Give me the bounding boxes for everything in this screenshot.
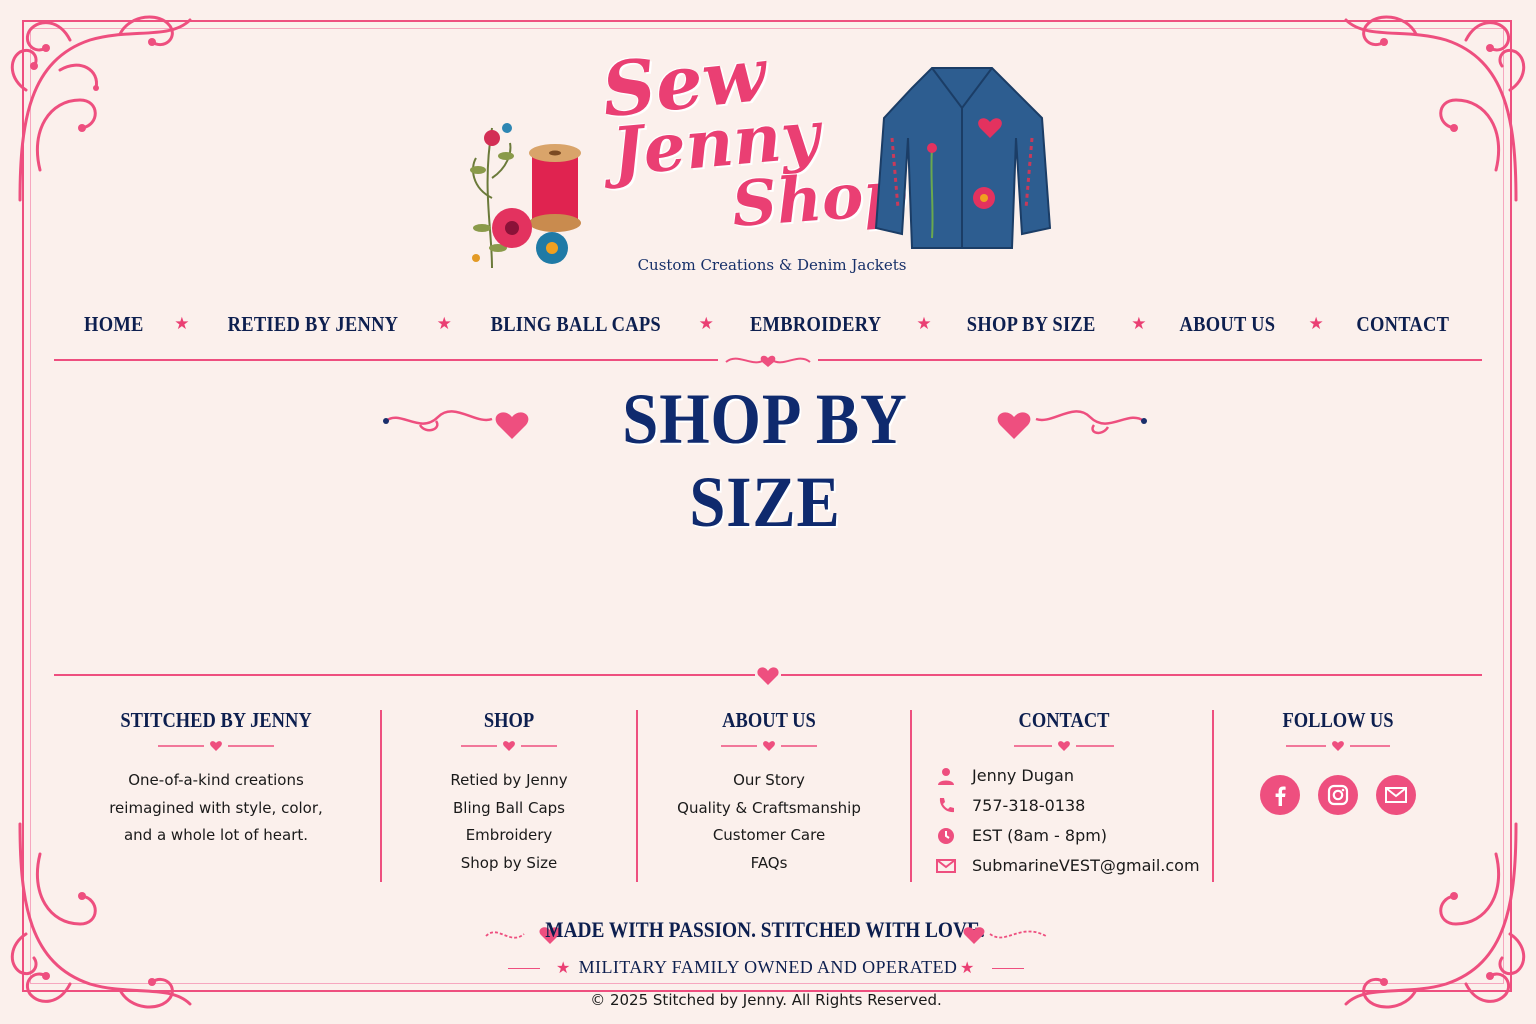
footer-col-about: ABOUT US Our Story Quality & Craftsmansh…: [660, 708, 878, 877]
tagline: Custom Creations & Denim Jackets: [637, 256, 907, 274]
footer-link-shop-by-size[interactable]: Shop by Size: [420, 850, 598, 878]
corner-flourish: [1344, 15, 1526, 202]
contact-phone[interactable]: 757-318-0138: [972, 791, 1085, 821]
star-icon: ★: [960, 958, 975, 977]
heart-divider-icon: [1286, 741, 1390, 751]
footer-heading: ABOUT US: [722, 708, 816, 732]
contact-phone-row[interactable]: 757-318-0138: [936, 791, 1196, 821]
clock-icon: [936, 826, 956, 846]
heart-flourish-icon: [963, 927, 1047, 944]
star-separator-icon: ★: [1308, 314, 1324, 334]
contact-name: Jenny Dugan: [972, 766, 1074, 785]
heart-icon: [755, 663, 781, 687]
footer-heading: FOLLOW US: [1282, 708, 1394, 732]
footer-link-embroidery[interactable]: Embroidery: [420, 822, 598, 850]
thread-spool-flowers-icon: [470, 123, 581, 269]
tagline-rule: [992, 968, 1024, 969]
contact-name-row: Jenny Dugan: [936, 761, 1196, 791]
footer-text: One-of-a-kind creations: [128, 771, 304, 789]
footer-link-our-story[interactable]: Our Story: [660, 767, 878, 795]
phone-icon: [936, 796, 956, 816]
star-separator-icon: ★: [1131, 314, 1147, 334]
footer-link-retied[interactable]: Retied by Jenny: [420, 767, 598, 795]
footer-heading: STITCHED BY JENNY: [120, 708, 312, 732]
nav-embroidery[interactable]: EMBROIDERY: [749, 312, 880, 337]
contact-hours-row: EST (8am - 8pm): [936, 821, 1196, 851]
main-nav: HOME ★ RETIED BY JENNY ★ BLING BALL CAPS…: [54, 304, 1482, 344]
nav-bling-ball-caps[interactable]: BLING BALL CAPS: [490, 312, 660, 337]
footer-heading: CONTACT: [1018, 708, 1110, 732]
footer-column-divider: [636, 710, 638, 882]
nav-contact[interactable]: CONTACT: [1357, 312, 1450, 337]
star-separator-icon: ★: [174, 314, 190, 334]
footer-heading: SHOP: [483, 708, 535, 732]
footer-column-divider: [380, 710, 382, 882]
site-logo[interactable]: Sew Jenny Shop Custom Creations & Denim …: [462, 28, 1082, 288]
footer-column-divider: [1212, 710, 1214, 882]
footer-col-follow: FOLLOW US: [1250, 708, 1426, 815]
star-separator-icon: ★: [698, 314, 714, 334]
heart-divider-icon: [721, 741, 817, 751]
heart-divider-icon: [1014, 741, 1114, 751]
passion-tagline: MADE WITH PASSION. STITCHED WITH LOVE.: [545, 917, 985, 942]
footer-col-contact: CONTACT Jenny Dugan 757-318-0138 EST (8a…: [936, 708, 1200, 881]
denim-jacket-icon: [874, 67, 1052, 249]
instagram-icon[interactable]: [1318, 775, 1358, 815]
facebook-icon[interactable]: [1260, 775, 1300, 815]
contact-hours: EST (8am - 8pm): [972, 826, 1108, 845]
corner-flourish: [10, 15, 192, 202]
footer-col-shop: SHOP Retied by Jenny Bling Ball Caps Emb…: [420, 708, 598, 877]
email-icon[interactable]: [1376, 775, 1416, 815]
footer-text: and a whole lot of heart.: [123, 826, 309, 844]
scroll-ornament-icon: [718, 350, 818, 372]
nav-about-us[interactable]: ABOUT US: [1180, 312, 1276, 337]
heart-divider-icon: [158, 741, 274, 751]
footer-link-bling-caps[interactable]: Bling Ball Caps: [420, 795, 598, 823]
copyright: © 2025 Stitched by Jenny. All Rights Res…: [590, 991, 942, 1009]
heart-flourish-icon: [997, 410, 1147, 439]
military-tagline: MILITARY FAMILY OWNED AND OPERATED: [578, 957, 958, 977]
person-icon: [936, 766, 956, 786]
footer-link-faqs[interactable]: FAQs: [660, 850, 878, 878]
social-links: [1250, 775, 1426, 815]
star-separator-icon: ★: [436, 314, 452, 334]
corner-flourish: [1344, 822, 1526, 1009]
envelope-icon: [936, 856, 956, 876]
nav-home[interactable]: HOME: [84, 312, 144, 337]
nav-retied-by-jenny[interactable]: RETIED BY JENNY: [228, 312, 399, 337]
page-title: SHOP BY SIZE: [622, 379, 908, 542]
nav-shop-by-size[interactable]: SHOP BY SIZE: [967, 312, 1096, 337]
footer-col-stitched: STITCHED BY JENNY One-of-a-kind creation…: [96, 708, 336, 850]
footer-column-divider: [910, 710, 912, 882]
footer-text: reimagined with style, color,: [109, 798, 323, 817]
heart-flourish-icon: [383, 410, 529, 439]
footer-link-quality[interactable]: Quality & Craftsmanship: [660, 795, 878, 823]
heart-divider-icon: [461, 741, 557, 751]
contact-email[interactable]: SubmarineVEST@gmail.com: [972, 851, 1200, 881]
star-separator-icon: ★: [916, 314, 932, 334]
contact-email-row[interactable]: SubmarineVEST@gmail.com: [936, 851, 1200, 881]
footer-link-customer-care[interactable]: Customer Care: [660, 822, 878, 850]
